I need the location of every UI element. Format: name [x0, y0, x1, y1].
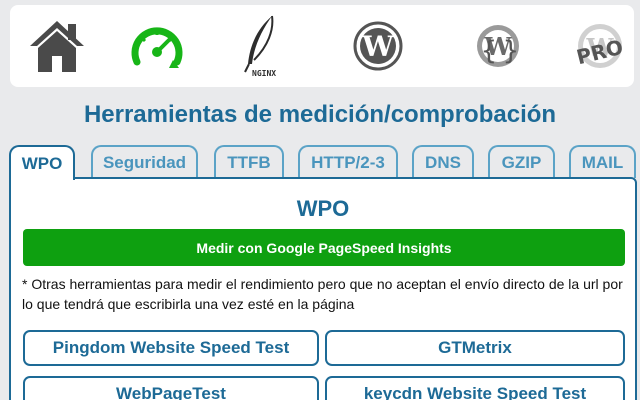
- wordpress-pro-icon[interactable]: W PRO: [565, 5, 635, 87]
- wpo-tab-panel: WPO Medir con Google PageSpeed Insights …: [9, 177, 637, 400]
- svg-text:}: }: [503, 36, 519, 66]
- home-icon[interactable]: [12, 5, 102, 87]
- wordpress-icon[interactable]: W: [338, 5, 418, 87]
- tab-ttfb[interactable]: TTFB: [214, 145, 284, 178]
- webpagetest-button[interactable]: WebPageTest: [23, 376, 319, 400]
- svg-text:NGINX: NGINX: [252, 69, 276, 78]
- tab-seguridad[interactable]: Seguridad: [91, 145, 198, 178]
- panel-title: WPO: [296, 196, 350, 221]
- wordpress-plugins-icon[interactable]: W { }: [458, 5, 538, 87]
- keycdn-button[interactable]: keycdn Website Speed Test: [325, 376, 625, 400]
- page-title: Herramientas de medición/comprobación: [83, 101, 557, 128]
- tab-http[interactable]: HTTP/2-3: [298, 145, 398, 178]
- tools-note: * Otras herramientas para medir el rendi…: [22, 276, 623, 312]
- tool-icon-bar: NGINX W W { } W PRO: [10, 5, 634, 87]
- pingdom-button[interactable]: Pingdom Website Speed Test: [23, 330, 319, 366]
- tab-gzip[interactable]: GZIP: [488, 145, 555, 178]
- svg-text:W: W: [361, 30, 394, 63]
- tab-wpo[interactable]: WPO: [9, 145, 75, 180]
- svg-text:{: {: [481, 36, 497, 66]
- tab-dns[interactable]: DNS: [412, 145, 474, 178]
- pagespeed-insights-button[interactable]: Medir con Google PageSpeed Insights: [23, 229, 625, 266]
- speedometer-icon[interactable]: [112, 5, 202, 87]
- tab-mail[interactable]: MAIL: [569, 145, 636, 178]
- nginx-feather-icon[interactable]: NGINX: [220, 5, 295, 87]
- gtmetrix-button[interactable]: GTMetrix: [325, 330, 625, 366]
